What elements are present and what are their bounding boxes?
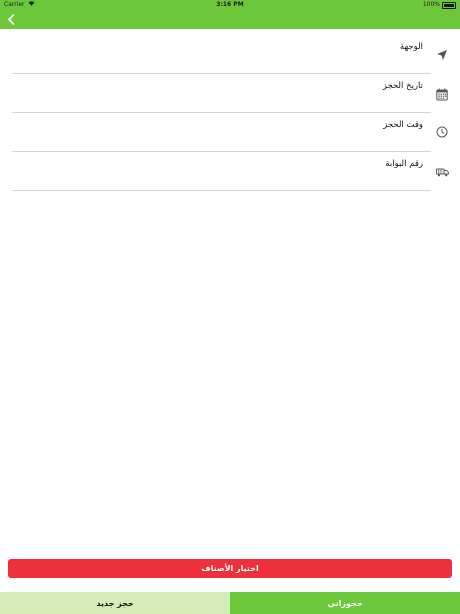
navigation-arrow-icon xyxy=(434,47,450,63)
booking-time-field[interactable]: وقت الحجز xyxy=(12,113,431,152)
destination-field[interactable]: الوجهة xyxy=(12,35,431,74)
status-right: 100% xyxy=(423,0,456,10)
gate-number-field[interactable]: رقم البوابة xyxy=(12,152,431,191)
battery-icon xyxy=(442,2,456,9)
tab-new-booking[interactable]: حجز جديد xyxy=(0,592,230,614)
nav-bar xyxy=(0,10,460,29)
tab-my-bookings[interactable]: حجوزاتي xyxy=(230,592,460,614)
calendar-icon xyxy=(434,86,450,102)
back-button[interactable] xyxy=(3,11,19,28)
battery-percent: 100% xyxy=(422,1,440,8)
select-items-button[interactable]: اختيار الأصناف xyxy=(8,559,452,578)
chevron-left-icon xyxy=(7,10,15,29)
clock-icon xyxy=(434,124,450,140)
booking-date-field[interactable]: تاريخ الحجز xyxy=(12,74,431,113)
booking-time-label: وقت الحجز xyxy=(383,120,423,130)
truck-icon xyxy=(434,164,450,180)
gate-number-label: رقم البوابة xyxy=(385,159,423,169)
bottom-tab-bar: حجز جديد حجوزاتي xyxy=(0,592,460,614)
destination-label: الوجهة xyxy=(399,42,423,52)
status-time: 3:16 PM xyxy=(216,1,244,8)
booking-date-label: تاريخ الحجز xyxy=(382,81,423,91)
status-bar: Carrier 3:16 PM 100% xyxy=(0,0,460,10)
